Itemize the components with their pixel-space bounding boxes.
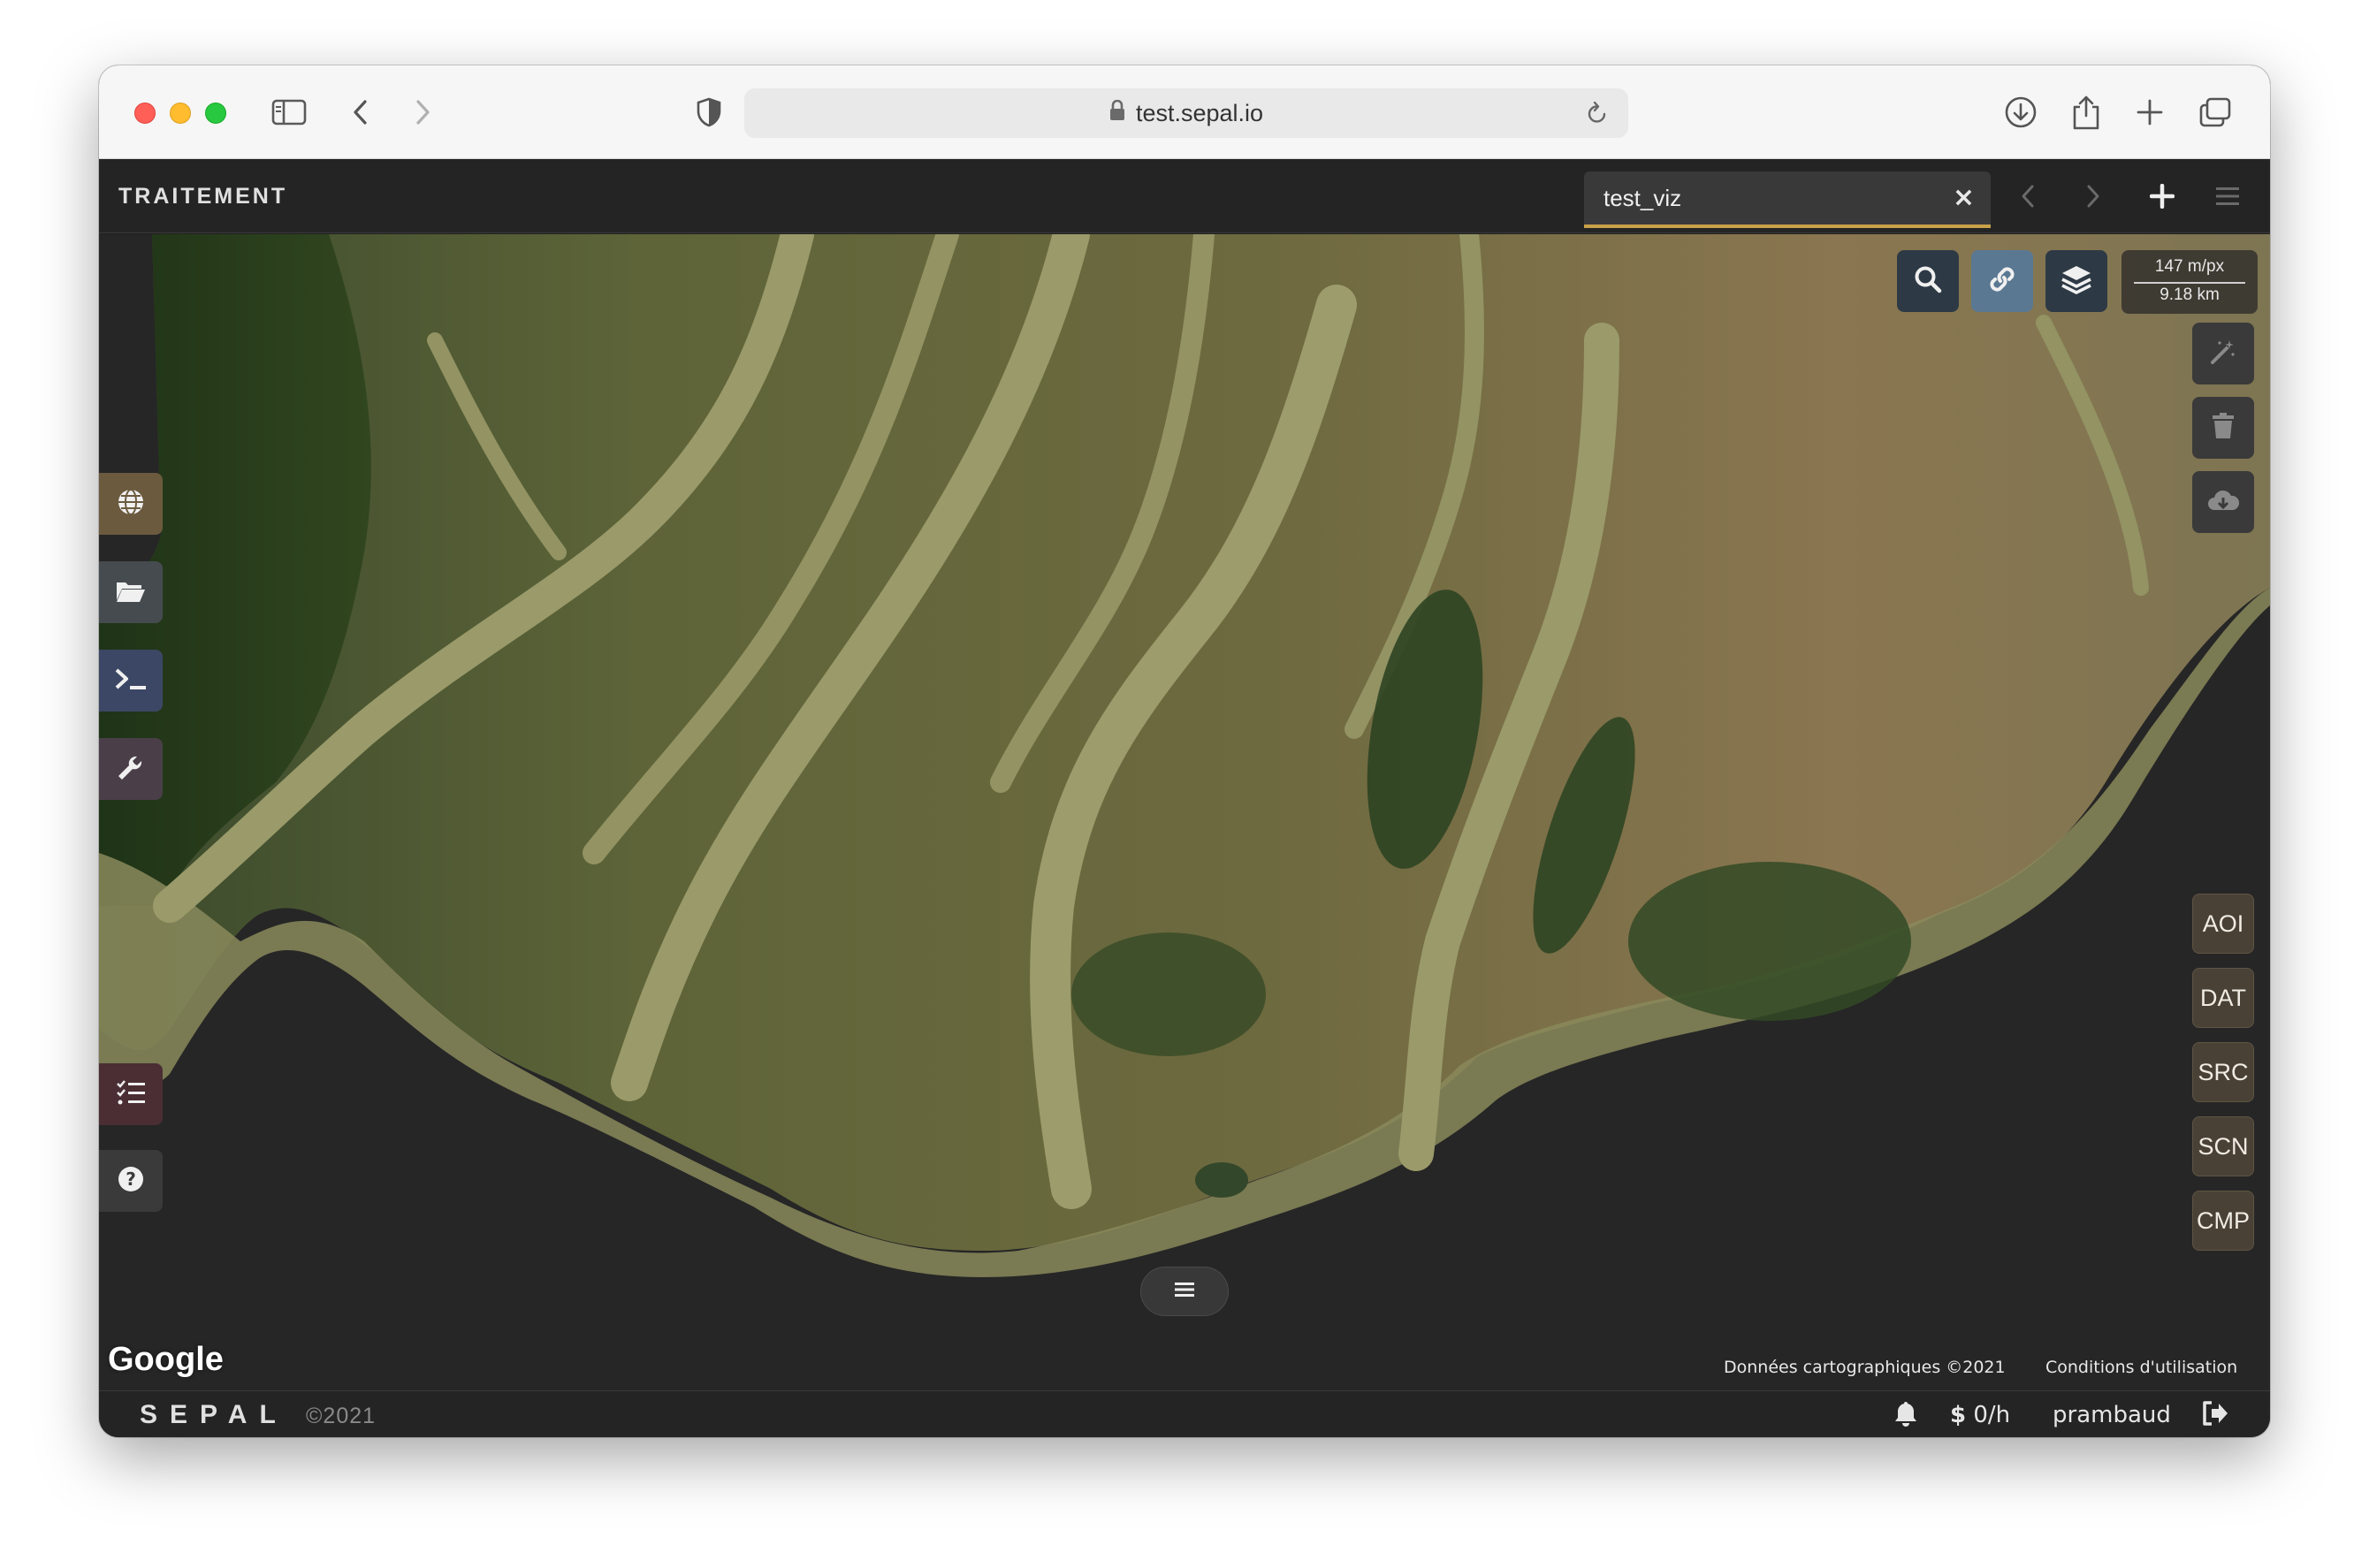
url-text: test.sepal.io — [1135, 99, 1264, 126]
help-icon: ? — [117, 1165, 145, 1197]
satellite-map-image — [99, 234, 2270, 1277]
app-header: TRAITEMENT test_viz × — [99, 159, 2270, 233]
map-data-attribution: Données cartographiques ©2021 — [1724, 1358, 2006, 1377]
copyright: ©2021 — [306, 1404, 377, 1428]
section-dat-button[interactable]: DAT — [2192, 968, 2254, 1028]
new-tab-icon[interactable] — [2130, 90, 2169, 134]
share-icon[interactable] — [2067, 90, 2106, 134]
previous-tab-icon[interactable] — [2010, 179, 2045, 214]
bottom-menu-button[interactable] — [1140, 1267, 1229, 1316]
sidebar-browse-button[interactable] — [99, 561, 163, 623]
reload-icon[interactable] — [1586, 101, 1609, 132]
download-icon[interactable] — [2001, 90, 2040, 134]
tab-test-viz[interactable]: test_viz × — [1584, 171, 1991, 228]
sidebar-process-button[interactable] — [99, 473, 163, 535]
section-src-button[interactable]: SRC — [2192, 1042, 2254, 1102]
logout-icon[interactable] — [2201, 1400, 2229, 1433]
back-icon[interactable] — [343, 90, 378, 134]
scale-bar — [2134, 282, 2245, 284]
sidebar-terminal-button[interactable] — [99, 650, 163, 712]
scale-distance: 9.18 km — [2160, 285, 2220, 304]
section-title: TRAITEMENT — [118, 184, 288, 209]
section-aoi-button[interactable]: AOI — [2192, 894, 2254, 954]
sepal-logo: SEPAL — [140, 1400, 288, 1429]
cloud-download-icon — [2206, 487, 2240, 517]
lock-icon — [1109, 99, 1125, 127]
search-icon — [1913, 264, 1943, 298]
add-tab-icon[interactable] — [2144, 179, 2180, 214]
sidebar-toggle-icon[interactable] — [267, 90, 311, 134]
cloud-download-button[interactable] — [2192, 471, 2254, 533]
terms-of-use-link[interactable]: Conditions d'utilisation — [2045, 1358, 2237, 1377]
close-window-button[interactable] — [134, 103, 156, 124]
minimize-window-button[interactable] — [170, 103, 191, 124]
hamburger-icon — [1174, 1281, 1195, 1302]
forward-icon[interactable] — [405, 90, 440, 134]
tab-overview-icon[interactable] — [2196, 90, 2235, 134]
sidebar-tasks-button[interactable] — [99, 1063, 163, 1125]
notifications-bell-icon[interactable] — [1893, 1400, 1918, 1433]
tab-label: test_viz — [1603, 185, 1682, 211]
scale-resolution: 147 m/px — [2154, 257, 2225, 276]
username[interactable]: prambaud — [2053, 1402, 2171, 1428]
menu-icon[interactable] — [2210, 179, 2245, 214]
magic-wand-button[interactable] — [2192, 323, 2254, 384]
layers-icon — [2060, 263, 2092, 299]
svg-text:?: ? — [126, 1168, 136, 1190]
folder-open-icon — [115, 577, 147, 607]
cost-value: 0/h — [1973, 1402, 2011, 1428]
wrench-icon — [117, 753, 145, 785]
browser-toolbar: test.sepal.io — [99, 65, 2270, 159]
browser-window: test.sepal.io TRAITEMENT test_viz × ? 14… — [99, 65, 2270, 1437]
app-footer: SEPAL ©2021 $ 0/h prambaud — [99, 1390, 2270, 1437]
section-scn-button[interactable]: SCN — [2192, 1116, 2254, 1176]
zoom-window-button[interactable] — [205, 103, 226, 124]
link-maps-button[interactable] — [1971, 250, 2033, 312]
address-bar[interactable]: test.sepal.io — [744, 88, 1628, 138]
section-cmp-button[interactable]: CMP — [2192, 1191, 2254, 1251]
sidebar-tools-button[interactable] — [99, 738, 163, 800]
globe-icon — [116, 487, 146, 521]
terminal-icon — [114, 666, 148, 695]
search-map-button[interactable] — [1897, 250, 1959, 312]
tasks-list-icon — [116, 1079, 146, 1109]
usage-cost[interactable]: $ 0/h — [1950, 1402, 2010, 1428]
trash-icon — [2211, 412, 2236, 444]
sidebar-help-button[interactable]: ? — [99, 1150, 163, 1212]
dollar-icon: $ — [1950, 1402, 1967, 1428]
map-scale: 147 m/px 9.18 km — [2121, 250, 2258, 314]
magic-wand-icon — [2209, 338, 2237, 369]
link-icon — [1986, 263, 2018, 299]
next-tab-icon[interactable] — [2076, 179, 2111, 214]
google-logo: Google — [108, 1341, 224, 1378]
layers-button[interactable] — [2045, 250, 2107, 312]
privacy-shield-icon[interactable] — [691, 90, 727, 134]
delete-button[interactable] — [2192, 397, 2254, 459]
map-area[interactable]: ? 147 m/px 9.18 km AOI DAT SRC SCN CMP G… — [99, 234, 2270, 1390]
tab-close-button[interactable]: × — [1953, 182, 1975, 213]
